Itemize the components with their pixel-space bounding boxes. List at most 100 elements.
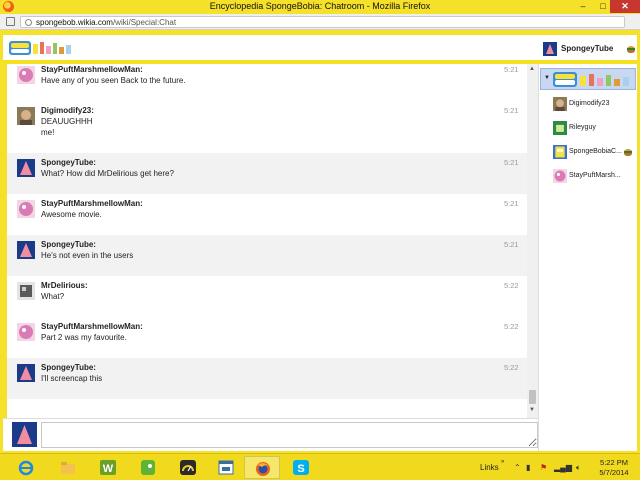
user-avatar-icon (553, 121, 567, 135)
chat-log[interactable]: StayPuftMarshmellowMan: Have any of you s… (7, 64, 527, 418)
user-list-header[interactable]: ▼ (540, 68, 636, 90)
ie-icon (18, 460, 34, 476)
network-icon[interactable]: ▂▄▆ (554, 463, 572, 472)
user-list-item[interactable]: Digimodify23 (553, 97, 637, 113)
scroll-up-arrow-icon[interactable]: ▲ (529, 66, 535, 72)
taskbar-app-evernote[interactable] (130, 456, 166, 479)
user-avatar-icon[interactable] (17, 282, 35, 300)
taskbar: Links » ⌃ ▮ ⚑ ▂▄▆ 🔈︎ 5:22 PM 5/7/2014 W S (0, 453, 640, 480)
message-text: Part 2 was my favourite. (41, 333, 127, 342)
user-avatar-icon[interactable] (17, 323, 35, 341)
message-timestamp: 5:21 (504, 65, 519, 74)
taskbar-app-skype[interactable]: S (283, 456, 319, 479)
close-button[interactable]: ✕ (610, 0, 640, 13)
firefox-icon (256, 462, 270, 476)
svg-text:S: S (297, 463, 304, 475)
user-avatar-icon[interactable] (17, 200, 35, 218)
message-text: DEAUUGHHH (41, 117, 93, 126)
chat-message: StayPuftMarshmellowMan: Part 2 was my fav… (7, 317, 527, 358)
clock-date[interactable]: 5/7/2014 (594, 468, 634, 477)
patrick-avatar-icon (12, 422, 37, 447)
scroll-down-arrow-icon[interactable]: ▼ (529, 407, 535, 413)
wiki-header: SpongeyTube (3, 35, 637, 63)
url-text: spongebob.wikia.com/wiki/Special:Chat (36, 18, 176, 27)
volume-icon[interactable]: 🔈︎ (576, 463, 581, 473)
message-timestamp: 5:21 (504, 158, 519, 167)
wordweb-icon: W (100, 460, 116, 475)
message-text: me! (41, 128, 55, 137)
url-path: /wiki/Special:Chat (112, 18, 177, 27)
chat-scrollbar[interactable]: ▲ ▼ (527, 64, 538, 418)
user-avatar-icon[interactable] (17, 107, 35, 125)
window-titlebar: Encyclopedia SpongeBobia: Chatroom - Moz… (0, 0, 640, 14)
links-toolbar-label[interactable]: Links (480, 463, 499, 472)
message-text: Awesome movie. (41, 210, 102, 219)
user-list-item[interactable]: StayPuftMarsh... (553, 169, 637, 185)
chat-message: SpongeyTube: What? How did MrDelirious ge… (7, 153, 527, 194)
message-username[interactable]: StayPuftMarshmellowMan: (41, 322, 143, 331)
wiki-room-logo-icon (553, 72, 629, 87)
clock-time[interactable]: 5:22 PM (594, 458, 634, 467)
chat-message: SpongeyTube: He's not even in the users 5:… (7, 235, 527, 276)
taskbar-app-firefox[interactable] (244, 456, 280, 479)
chat-message: MrDelirious: What? 5:22 (7, 276, 527, 317)
message-input-area (3, 418, 538, 451)
user-list-name: StayPuftMarsh... (569, 172, 621, 179)
action-center-icon[interactable]: ⚑ (540, 463, 547, 472)
user-avatar-icon[interactable] (17, 159, 35, 177)
address-bar: spongebob.wikia.com/wiki/Special:Chat (0, 14, 640, 30)
message-text: What? (41, 292, 65, 301)
taskbar-app-wordweb[interactable]: W (90, 456, 126, 479)
links-chevron[interactable]: » (501, 459, 504, 465)
message-username[interactable]: SpongeyTube: (41, 363, 96, 372)
window-title: Encyclopedia SpongeBobia: Chatroom - Moz… (209, 1, 431, 11)
message-username[interactable]: SpongeyTube: (41, 240, 96, 249)
message-username[interactable]: Digimodify23: (41, 106, 94, 115)
message-username[interactable]: StayPuftMarshmellowMan: (41, 65, 143, 74)
url-field[interactable]: spongebob.wikia.com/wiki/Special:Chat (20, 16, 625, 28)
caret-down-icon[interactable]: ▼ (544, 75, 550, 81)
message-username[interactable]: SpongeyTube: (41, 158, 96, 167)
url-domain: spongebob.wikia.com (36, 18, 113, 27)
user-avatar-icon[interactable] (17, 241, 35, 259)
taskbar-app-file-explorer[interactable] (50, 456, 86, 479)
message-username[interactable]: MrDelirious: (41, 281, 88, 290)
user-list-name: SpongeBobiaC... (569, 148, 622, 155)
user-list: ▼ Digimodify23 Rileyguy SpongeBobiaC... Sta… (538, 64, 637, 451)
user-avatar-icon[interactable] (17, 66, 35, 84)
message-text: What? How did MrDelirious get here? (41, 169, 174, 178)
message-timestamp: 5:22 (504, 281, 519, 290)
message-timestamp: 5:21 (504, 240, 519, 249)
message-text: Have any of you seen Back to the future. (41, 76, 186, 85)
skype-icon: S (293, 460, 309, 475)
taskbar-app-speedometer[interactable] (170, 456, 206, 479)
speedometer-icon (180, 460, 196, 475)
user-list-name: Digimodify23 (569, 100, 610, 107)
user-avatar-icon[interactable] (17, 364, 35, 382)
minimize-button[interactable]: – (572, 0, 594, 13)
taskbar-app-ie[interactable] (8, 456, 44, 479)
user-list-item[interactable]: Rileyguy (553, 121, 637, 137)
message-text: I'll screencap this (41, 374, 103, 383)
burger-icon (627, 46, 635, 53)
svg-text:W: W (103, 463, 114, 475)
user-list-name: Rileyguy (569, 124, 596, 131)
chat-message: SpongeyTube: I'll screencap this 5:22 (7, 358, 527, 399)
wiki-logo-icon[interactable] (9, 40, 79, 56)
user-avatar-icon (553, 97, 567, 111)
message-timestamp: 5:21 (504, 199, 519, 208)
message-timestamp: 5:21 (504, 106, 519, 115)
burger-icon (624, 149, 632, 156)
file-explorer-icon (61, 462, 75, 474)
message-username[interactable]: StayPuftMarshmellowMan: (41, 199, 143, 208)
taskbar-app-window[interactable] (208, 456, 244, 479)
tray-up-arrow-icon[interactable]: ⌃ (514, 463, 521, 472)
tab-groups-icon[interactable] (6, 17, 15, 26)
current-user-name: SpongeyTube (561, 44, 614, 53)
chat-message: Digimodify23: DEAUUGHHH me! 5:21 (7, 101, 527, 153)
message-input[interactable] (41, 422, 538, 448)
tray-app-icon[interactable]: ▮ (526, 463, 530, 472)
user-list-item[interactable]: SpongeBobiaC... (553, 145, 637, 161)
patrick-avatar-icon (543, 42, 557, 56)
scroll-thumb[interactable] (529, 390, 536, 404)
